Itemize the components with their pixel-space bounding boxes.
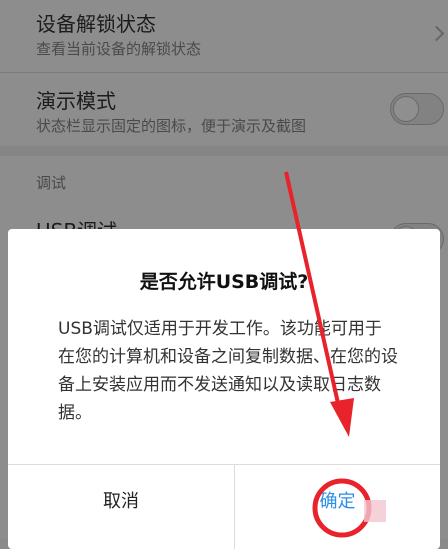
- demo-mode-subtitle: 状态栏显示固定的图标，便于演示及截图: [36, 117, 307, 135]
- unlock-status-subtitle: 查看当前设备的解锁状态: [36, 40, 202, 58]
- chevron-right-icon: [428, 25, 445, 42]
- cancel-button[interactable]: 取消: [8, 465, 234, 535]
- unlock-status-row[interactable]: 设备解锁状态 查看当前设备的解锁状态: [0, 0, 448, 70]
- usb-debug-dialog: 是否允许USB调试? USB调试仅适用于开发工作。该功能可用于在您的计算机和设备…: [8, 229, 440, 549]
- demo-mode-row[interactable]: 演示模式 状态栏显示固定的图标，便于演示及截图: [0, 73, 448, 145]
- toggle-knob: [393, 96, 419, 122]
- dialog-message: USB调试仅适用于开发工作。该功能可用于在您的计算机和设备之间复制数据、在您的设…: [58, 319, 398, 423]
- debug-section-label: 调试: [36, 174, 67, 192]
- demo-mode-title: 演示模式: [36, 89, 116, 113]
- unlock-status-title: 设备解锁状态: [36, 12, 156, 36]
- demo-mode-toggle[interactable]: [390, 93, 444, 125]
- ok-button[interactable]: 确定: [235, 465, 440, 535]
- dialog-title: 是否允许USB调试?: [139, 271, 309, 293]
- section-gap: [0, 146, 448, 156]
